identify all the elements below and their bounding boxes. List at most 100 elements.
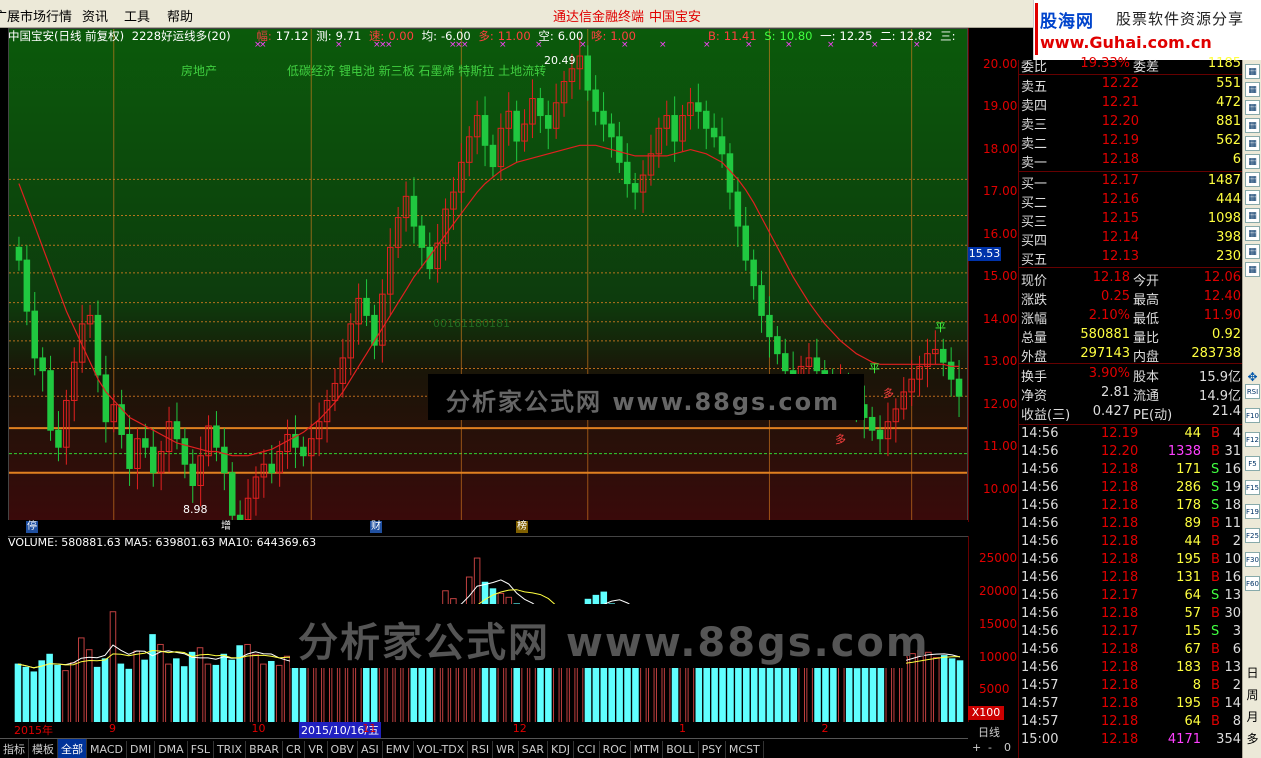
menu-news[interactable]: 资讯 <box>82 6 108 25</box>
tab-macd[interactable]: MACD <box>87 741 127 758</box>
tab-vr[interactable]: VR <box>305 741 328 758</box>
bid-row-price: 12.17 <box>1101 173 1139 188</box>
toolbar-period-1[interactable]: 周 <box>1245 686 1260 703</box>
price-tick: 20.00 <box>983 56 1018 71</box>
table-icon[interactable]: ▦ <box>1245 100 1260 115</box>
tab-kdj[interactable]: KDJ <box>548 741 574 758</box>
tab-brar[interactable]: BRAR <box>246 741 284 758</box>
tab-fsl[interactable]: FSL <box>188 741 214 758</box>
ask-row-price: 12.18 <box>1101 152 1139 167</box>
tab-2[interactable]: 全部 <box>58 739 87 758</box>
tick-direction: B <box>1211 678 1220 693</box>
mark-stop[interactable]: 停 <box>26 521 38 533</box>
tick-row: 14:56 12.18 178 S 18 <box>1019 498 1243 516</box>
toolbar-rsi-icon[interactable]: RSI <box>1245 384 1260 399</box>
tab-cci[interactable]: CCI <box>574 741 600 758</box>
tab-dmi[interactable]: DMI <box>127 741 156 758</box>
bid-row-label: 买三 <box>1021 215 1048 230</box>
box-icon[interactable]: ▦ <box>1245 136 1260 151</box>
tick-price: 12.18 <box>1101 552 1139 567</box>
tab-trix[interactable]: TRIX <box>214 741 247 758</box>
divider <box>1019 424 1243 425</box>
ask-row-volume: 881 <box>1216 114 1241 129</box>
tab-1[interactable]: 模板 <box>29 739 58 758</box>
candle-body <box>213 425 220 448</box>
volume-tick: 20000 <box>979 584 1018 599</box>
tab-voltdx[interactable]: VOL-TDX <box>414 741 469 758</box>
stat-row: 收益(三) 0.427 PE(动) 21.4 <box>1019 404 1243 423</box>
stat-row-label2: 最高 <box>1133 293 1160 308</box>
tick-count: 19 <box>1224 480 1241 495</box>
menu-tools[interactable]: 工具 <box>124 6 150 25</box>
table-icon[interactable]: ▦ <box>1245 172 1260 187</box>
grid-icon[interactable]: ▦ <box>1245 64 1260 79</box>
period-label[interactable]: 日线 <box>978 724 1000 740</box>
tab-dma[interactable]: DMA <box>155 741 188 758</box>
candle-body <box>592 89 599 112</box>
toolbar-period-3[interactable]: 多 <box>1245 730 1260 747</box>
toolbar-f25-icon[interactable]: F25 <box>1245 528 1260 543</box>
chart-icon[interactable]: ▦ <box>1245 118 1260 133</box>
tab-mtm[interactable]: MTM <box>631 741 664 758</box>
toolbar-f12-icon[interactable]: F12 <box>1245 432 1260 447</box>
toolbar-f10-icon[interactable]: F10 <box>1245 408 1260 423</box>
tab-emv[interactable]: EMV <box>383 741 414 758</box>
field-val: 12.82 <box>899 29 933 43</box>
candle-body <box>363 297 370 316</box>
menu-market[interactable]: 广展市场行情 <box>0 6 72 25</box>
menu-help[interactable]: 帮助 <box>167 6 193 25</box>
tick-price: 12.18 <box>1101 678 1139 693</box>
candle-body <box>813 357 821 372</box>
list-icon[interactable]: ▦ <box>1245 244 1260 259</box>
info-icon[interactable]: ▦ <box>1245 262 1260 277</box>
stat-row: 总量 580881 量比 0.92 <box>1019 327 1243 346</box>
volume-bar <box>204 663 212 724</box>
field-key: 均: <box>421 29 437 43</box>
mark-increase[interactable]: 增 <box>220 521 232 533</box>
stat-row-value: 0.25 <box>1101 289 1130 304</box>
toolbar-f15-icon[interactable]: F15 <box>1245 480 1260 495</box>
list-icon[interactable]: ▦ <box>1245 82 1260 97</box>
calc-icon[interactable]: ▦ <box>1245 208 1260 223</box>
toolbar-f19-icon[interactable]: F19 <box>1245 504 1260 519</box>
toolbar-f5-icon[interactable]: F5 <box>1245 456 1260 471</box>
bid-row-volume: 230 <box>1216 249 1241 264</box>
reset-button[interactable]: 0 <box>1004 741 1011 754</box>
toolbar-period-2[interactable]: 月 <box>1245 708 1260 725</box>
tab-mcst[interactable]: MCST <box>726 741 764 758</box>
candle-body <box>181 438 189 465</box>
price-chart[interactable]: 房地产 低碳经济 锂电池 新三板 石墨烯 特斯拉 土地流转 20.49 8.98 001… <box>8 28 968 537</box>
mark-rank[interactable]: 榜 <box>516 521 528 533</box>
ask-row-volume: 6 <box>1232 152 1241 167</box>
tab-psy[interactable]: PSY <box>699 741 726 758</box>
divider <box>1019 267 1243 268</box>
grid-icon[interactable]: ▦ <box>1245 190 1260 205</box>
tick-count: 13 <box>1224 588 1241 603</box>
toolbar-f30-icon[interactable]: F30 <box>1245 552 1260 567</box>
candle-body <box>102 374 110 423</box>
zoom-out-button[interactable]: - <box>988 741 992 754</box>
tab-obv[interactable]: OBV <box>328 741 358 758</box>
bid-row-volume: 1098 <box>1207 211 1241 226</box>
volume-bar <box>252 653 259 724</box>
tab-roc[interactable]: ROC <box>600 741 631 758</box>
image-icon[interactable]: ▦ <box>1245 154 1260 169</box>
duo-label: 多 <box>835 432 846 446</box>
tab-wr[interactable]: WR <box>493 741 519 758</box>
tab-0[interactable]: 指标 <box>0 739 29 758</box>
mark-finance[interactable]: 财 <box>370 521 382 533</box>
toolbar-period-0[interactable]: 日 <box>1245 664 1260 681</box>
zoom-in-button[interactable]: + <box>972 741 981 754</box>
tab-asi[interactable]: ASI <box>358 741 383 758</box>
tab-cr[interactable]: CR <box>283 741 306 758</box>
tick-time: 14:56 <box>1021 606 1059 621</box>
tab-boll[interactable]: BOLL <box>663 741 699 758</box>
tab-sar[interactable]: SAR <box>519 741 549 758</box>
toolbar-f60-icon[interactable]: F60 <box>1245 576 1260 591</box>
tick-time: 14:56 <box>1021 444 1059 459</box>
tab-rsi[interactable]: RSI <box>468 741 494 758</box>
volume-bar <box>956 660 964 724</box>
date-label: 9 <box>109 722 116 735</box>
candle-body <box>758 285 765 316</box>
bars-icon[interactable]: ▦ <box>1245 226 1260 241</box>
